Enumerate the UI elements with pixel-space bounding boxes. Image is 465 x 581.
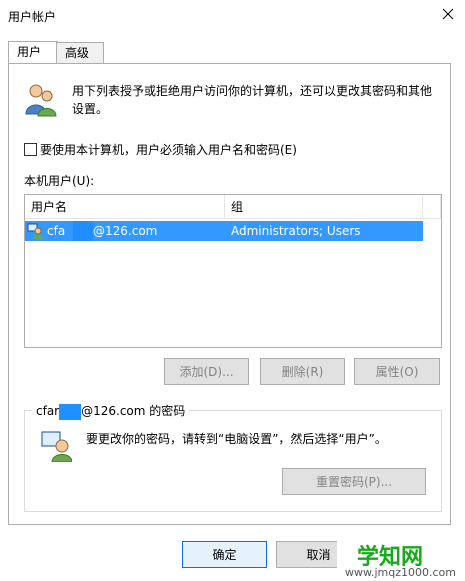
remove-user-button[interactable]: 删除(R) [260,358,345,385]
intro-text-line-1: 用下列表授予或拒绝用户访问你的计算机，还可以更改其密码和其他 [72,84,433,98]
user-name-prefix: cfa [47,224,66,238]
users-listbox[interactable]: 用户名 组 cfa @126.com Administrators; Users [24,194,442,348]
reset-password-button[interactable]: 重置密码(P)... [282,468,426,495]
user-icon [27,223,43,239]
password-group-title: cfar @126.com 的密码 [32,402,190,420]
redaction-mask [59,403,82,420]
ok-button[interactable]: 确定 [182,541,267,568]
title-bar [0,0,465,32]
add-user-button[interactable]: 添加(D)... [164,358,249,385]
watermark-url: www.jmqz1000.com [345,566,456,579]
column-header-group[interactable]: 组 [225,195,423,219]
watermark: 学知网 www.jmqz1000.com [337,537,465,581]
users-icon [22,82,58,118]
close-icon [442,8,454,20]
require-login-label[interactable]: 要使用本计算机，用户必须输入用户名和密码(E) [40,141,297,158]
tab-users-label: 用户 [17,45,42,59]
properties-button[interactable]: 属性(O) [354,358,440,385]
tab-advanced-label: 高级 [65,46,90,60]
user-group: Administrators; Users [231,224,361,238]
column-header-filler [423,195,441,219]
redaction-mask [73,221,93,241]
user-password-icon [40,430,73,463]
tab-advanced[interactable]: 高级 [56,42,104,63]
tab-strip: 用户 高级 [8,41,448,64]
user-name-suffix: @126.com [93,224,158,238]
require-login-checkbox[interactable] [24,143,37,156]
password-help-text: 要更改你的密码，请转到“电脑设置”，然后选择“用户”。 [86,432,387,446]
column-header-username[interactable]: 用户名 [25,195,225,219]
intro-text-line-2: 设置。 [72,102,109,116]
local-users-label: 本机用户(U): [24,174,95,188]
table-row[interactable]: cfa @126.com Administrators; Users [25,221,423,241]
window-title: 用户帐户 [8,10,57,24]
password-groupbox [24,410,442,512]
tab-users[interactable]: 用户 [8,41,58,64]
close-button[interactable] [436,3,460,25]
